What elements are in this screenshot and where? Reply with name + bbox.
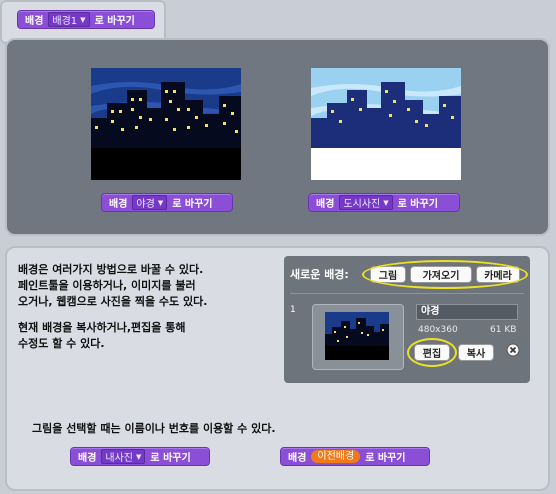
description-text: 배경은 여러가지 방법으로 바꿀 수 있다. 페인트툴을 이용하거나, 이미지를… (18, 262, 280, 352)
description-line: 수정도 할 수 있다. (18, 337, 105, 350)
backdrop-dropdown[interactable]: 도시사진 ▼ (339, 195, 393, 210)
switch-backdrop-block-mine[interactable]: 배경 내사진 ▼ 로 바꾸기 (70, 447, 210, 466)
description-line: 배경은 여러가지 방법으로 바꿀 수 있다. (18, 263, 204, 276)
previous-backdrop-reporter[interactable]: 이전배경 (311, 450, 361, 463)
block-word: 배경 (78, 453, 97, 464)
block-action: 로 바꾸기 (365, 453, 406, 464)
divider (290, 293, 524, 294)
block-word: 배경 (109, 199, 128, 210)
switch-backdrop-block-previous[interactable]: 배경 이전배경 로 바꾸기 (280, 447, 430, 466)
block-action: 로 바꾸기 (150, 453, 191, 464)
backdrop-examples-panel (5, 38, 550, 236)
description-line: 현재 배경을 복사하거나,편집을 통해 (18, 321, 186, 334)
description-line: 오거나, 웹캠으로 사진을 찍을 수도 있다. (18, 295, 208, 308)
dropdown-value: 야경 (136, 199, 155, 210)
chevron-down-icon: ▼ (136, 452, 142, 461)
dropdown-value: 도시사진 (343, 199, 381, 210)
backdrop-index: 1 (290, 305, 296, 315)
block-word: 배경 (25, 16, 44, 27)
backdrop-dropdown[interactable]: 배경1 ▼ (48, 12, 90, 27)
backdrop-dropdown[interactable]: 야경 ▼ (132, 195, 168, 210)
backdrop-name-field[interactable]: 야경 (416, 304, 518, 320)
block-word: 배경 (316, 199, 335, 210)
switch-backdrop-block-night[interactable]: 배경 야경 ▼ 로 바꾸기 (101, 193, 233, 212)
chevron-down-icon: ▼ (80, 15, 86, 24)
block-word: 배경 (288, 453, 307, 464)
new-backdrop-label: 새로운 배경: (290, 268, 349, 281)
backdrop-dimensions: 480x360 (418, 325, 458, 335)
dropdown-value: 배경1 (52, 16, 78, 27)
switch-backdrop-block-day[interactable]: 배경 도시사진 ▼ 로 바꾸기 (308, 193, 460, 212)
chevron-down-icon: ▼ (157, 198, 164, 207)
backdrop-dropdown[interactable]: 내사진 ▼ (101, 449, 146, 464)
highlight-ring-new (362, 260, 528, 289)
description-line: 페인트툴을 이용하거나, 이미지를 불러 (18, 279, 196, 292)
switch-backdrop-block[interactable]: 배경 배경1 ▼ 로 바꾸기 (17, 10, 155, 29)
backdrop-thumbnail (325, 312, 389, 360)
backdrop-filesize: 61 KB (490, 325, 517, 335)
copy-button[interactable]: 복사 (458, 344, 494, 361)
block-action: 로 바꾸기 (94, 16, 135, 27)
day-city-thumbnail[interactable] (311, 68, 461, 180)
dropdown-value: 내사진 (105, 453, 134, 464)
delete-circle-x-icon[interactable] (506, 343, 520, 357)
block-action: 로 바꾸기 (397, 199, 438, 210)
chevron-down-icon: ▼ (383, 198, 389, 207)
selection-hint-text: 그림을 선택할 때는 이름이나 번호를 이용할 수 있다. (32, 422, 276, 435)
night-city-thumbnail[interactable] (91, 68, 241, 180)
highlight-ring-edit (407, 338, 457, 367)
block-action: 로 바꾸기 (172, 199, 213, 210)
